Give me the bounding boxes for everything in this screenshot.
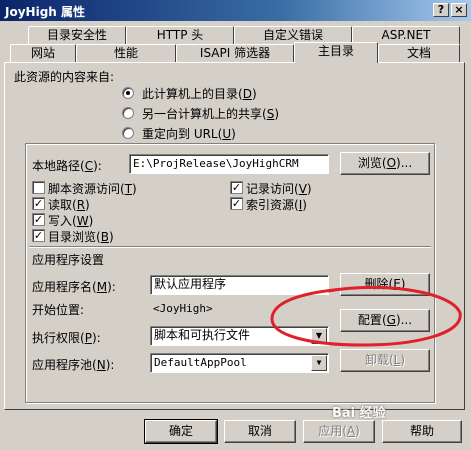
ok-button[interactable]: 确定 [144, 419, 218, 444]
app-name-label: 应用程序名(M): [32, 280, 116, 294]
radio-network-share-label[interactable]: 另一台计算机上的共享(S) [142, 105, 279, 122]
start-location-value: <JoyHigh> [153, 302, 213, 315]
script-access-label[interactable]: 脚本资源访问(T) [48, 180, 137, 197]
start-location-label: 开始位置: [32, 303, 85, 317]
unload-button[interactable]: 卸载(L) [340, 349, 430, 372]
home-directory-panel: 此资源的内容来自: 此计算机上的目录(D) 另一台计算机上的共享(S) 重定向到… [4, 62, 465, 410]
app-pool-label: 应用程序池(N): [32, 358, 115, 372]
content-source-heading: 此资源的内容来自: [14, 70, 115, 84]
radio-network-share[interactable] [122, 107, 134, 119]
app-settings-heading: 应用程序设置 [32, 253, 105, 267]
tab-directory-security[interactable]: 目录安全性 [28, 26, 126, 44]
close-title-button[interactable]: × [451, 3, 467, 17]
tab-performance[interactable]: 性能 [76, 44, 176, 62]
radio-redirect-url[interactable] [122, 127, 134, 139]
help-title-button[interactable]: ? [433, 3, 449, 17]
tab-http-headers[interactable]: HTTP 头 [126, 26, 234, 44]
tab-home-directory[interactable]: 主目录 [294, 42, 378, 63]
browse-button[interactable]: 浏览(O)... [340, 152, 430, 175]
configure-button[interactable]: 配置(G)... [340, 309, 430, 332]
tab-website[interactable]: 网站 [10, 44, 76, 62]
read-label[interactable]: 读取(R) [48, 196, 90, 213]
local-path-label: 本地路径(C): [32, 159, 102, 173]
baidu-watermark: Bai 经验 [332, 406, 386, 421]
exec-permissions-label: 执行权限(P): [32, 331, 101, 345]
tab-documents[interactable]: 文档 [378, 44, 460, 62]
app-name-input[interactable]: 默认应用程序 [150, 275, 329, 295]
read-checkbox[interactable]: ✓ [32, 197, 45, 210]
index-resource-label[interactable]: 索引资源(I) [246, 196, 307, 213]
window-title: JoyHigh 属性 [5, 5, 85, 19]
directory-browse-checkbox[interactable]: ✓ [32, 229, 45, 242]
write-label[interactable]: 写入(W) [48, 212, 93, 229]
remove-button[interactable]: 删除(E) [340, 273, 430, 296]
index-resource-checkbox[interactable]: ✓ [230, 197, 243, 210]
chevron-down-icon[interactable]: ▼ [311, 355, 327, 371]
write-checkbox[interactable]: ✓ [32, 213, 45, 226]
help-button[interactable]: 帮助 [382, 420, 462, 443]
local-path-input[interactable]: E:\ProjRelease\JoyHighCRM [129, 154, 329, 174]
directory-browse-label[interactable]: 目录浏览(B) [48, 228, 114, 245]
exec-permissions-select[interactable]: 脚本和可执行文件 ▼ [150, 326, 329, 346]
chevron-down-icon[interactable]: ▼ [311, 328, 327, 344]
radio-local-directory-label[interactable]: 此计算机上的目录(D) [142, 85, 257, 102]
radio-redirect-url-label[interactable]: 重定向到 URL(U) [142, 125, 236, 142]
log-visits-checkbox[interactable]: ✓ [230, 181, 243, 194]
app-pool-select[interactable]: DefaultAppPool ▼ [150, 353, 329, 373]
app-pool-value: DefaultAppPool [154, 356, 247, 369]
title-bar: JoyHigh 属性 ? × [0, 0, 471, 21]
properties-dialog: JoyHigh 属性 ? × 目录安全性 HTTP 头 自定义错误 ASP.NE… [0, 0, 471, 450]
section-divider [29, 246, 431, 248]
radio-local-directory[interactable] [122, 87, 134, 99]
log-visits-label[interactable]: 记录访问(V) [246, 180, 312, 197]
apply-button[interactable]: 应用(A) [303, 420, 375, 443]
exec-permissions-value: 脚本和可执行文件 [154, 328, 251, 342]
script-access-checkbox[interactable] [32, 181, 45, 194]
cancel-button[interactable]: 取消 [224, 420, 296, 443]
tab-isapi-filters[interactable]: ISAPI 筛选器 [176, 44, 294, 62]
